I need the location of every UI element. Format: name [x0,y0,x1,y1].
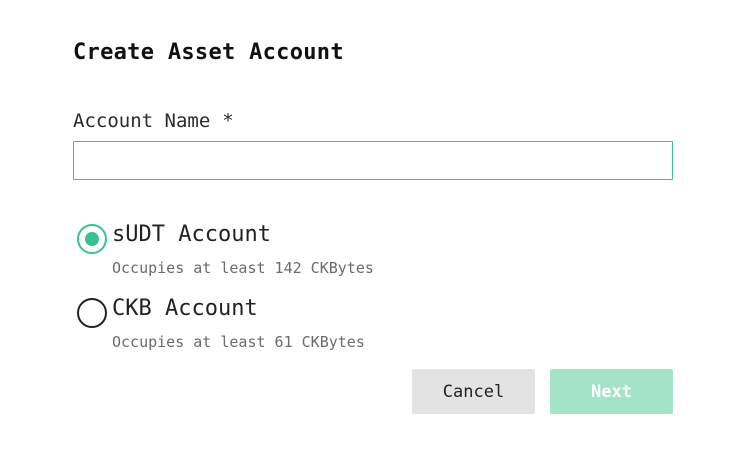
account-name-label: Account Name * [73,110,234,132]
sudt-account-description: Occupies at least 142 CKBytes [112,259,374,277]
account-name-label-text: Account Name [73,110,211,132]
account-name-input[interactable] [73,141,673,180]
ckb-account-radio[interactable] [77,298,107,328]
dialog-title: Create Asset Account [73,40,344,65]
cancel-button[interactable]: Cancel [412,369,535,414]
radio-selected-dot [85,232,99,246]
sudt-account-label[interactable]: sUDT Account [112,222,271,247]
required-marker: * [222,110,234,132]
sudt-account-radio[interactable] [77,224,107,254]
ckb-account-label[interactable]: CKB Account [112,296,258,321]
ckb-account-description: Occupies at least 61 CKBytes [112,333,365,351]
next-button[interactable]: Next [550,369,673,414]
create-asset-account-dialog: Create Asset Account Account Name * sUDT … [0,0,745,465]
